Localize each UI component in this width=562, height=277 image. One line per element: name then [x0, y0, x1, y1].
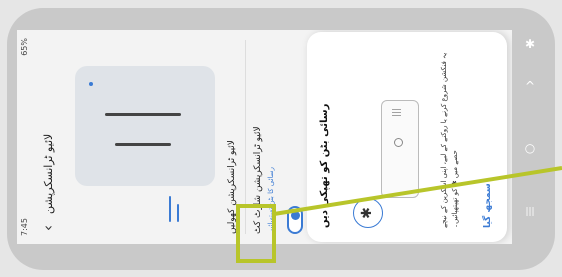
- speech-bubble-line: [177, 204, 179, 222]
- navigation-bar-illustration: |||: [381, 100, 419, 198]
- home-nav-icon[interactable]: ○: [520, 138, 540, 158]
- live-transcribe-illustration: [69, 42, 219, 232]
- dialog-illustration: ||| ✱: [341, 88, 431, 228]
- divider: [245, 40, 246, 234]
- illustration-stroke: [115, 143, 171, 146]
- shortcut-toggle[interactable]: [287, 206, 303, 234]
- accessibility-nav-icon[interactable]: ✱: [520, 34, 540, 54]
- dialog-title: رسائی بٹن کو تھپکی دیں: [319, 103, 330, 228]
- home-circle-icon: [394, 138, 403, 147]
- shortcut-label: لائیو ٹرانسکرپشن شارٹ کٹ: [253, 126, 263, 234]
- accessibility-icon: ✱: [353, 198, 383, 228]
- illustration-dot: [89, 82, 93, 86]
- dialog-body: یہ فنکشن شروع کرنے یا روکنے کے لیے، اپنی…: [440, 52, 459, 228]
- toggle-knob: [291, 211, 300, 220]
- open-live-transcribe-label[interactable]: لائیو ٹرانسکرپشن کھولیں: [227, 140, 237, 234]
- recents-nav-icon[interactable]: |||: [520, 202, 540, 222]
- navigation-bar: ✱ ^ ○ |||: [512, 30, 548, 244]
- got-it-button[interactable]: سمجھ گیا: [483, 183, 493, 228]
- app-header: ‹ لائیو ٹرانسکرپشن: [34, 30, 64, 244]
- accessibility-button-dialog: رسائی بٹن کو تھپکی دیں ||| ✱ یہ فنکشن شر…: [307, 32, 507, 242]
- status-bar: 7:45 65%: [17, 30, 34, 244]
- illustration-stroke: [105, 113, 181, 116]
- page-title: لائیو ٹرانسکرپشن: [42, 133, 55, 214]
- status-battery: 65%: [20, 38, 29, 56]
- illustration-phone-card: [75, 66, 215, 186]
- recents-lines-icon: |||: [392, 107, 402, 117]
- speech-bubble-line: [169, 196, 171, 222]
- back-nav-icon[interactable]: ^: [520, 76, 540, 96]
- status-time: 7:45: [20, 218, 29, 236]
- back-icon[interactable]: ‹: [39, 220, 57, 236]
- app-portrait-view: 7:45 65% ‹ لائیو ٹرانسکرپشن لائیو ٹرانسک…: [17, 30, 512, 244]
- device-screen: 7:45 65% ‹ لائیو ٹرانسکرپشن لائیو ٹرانسک…: [17, 30, 512, 244]
- shortcut-sub-label: رسائی کا بٹن تھپتھپائیں: [267, 167, 275, 234]
